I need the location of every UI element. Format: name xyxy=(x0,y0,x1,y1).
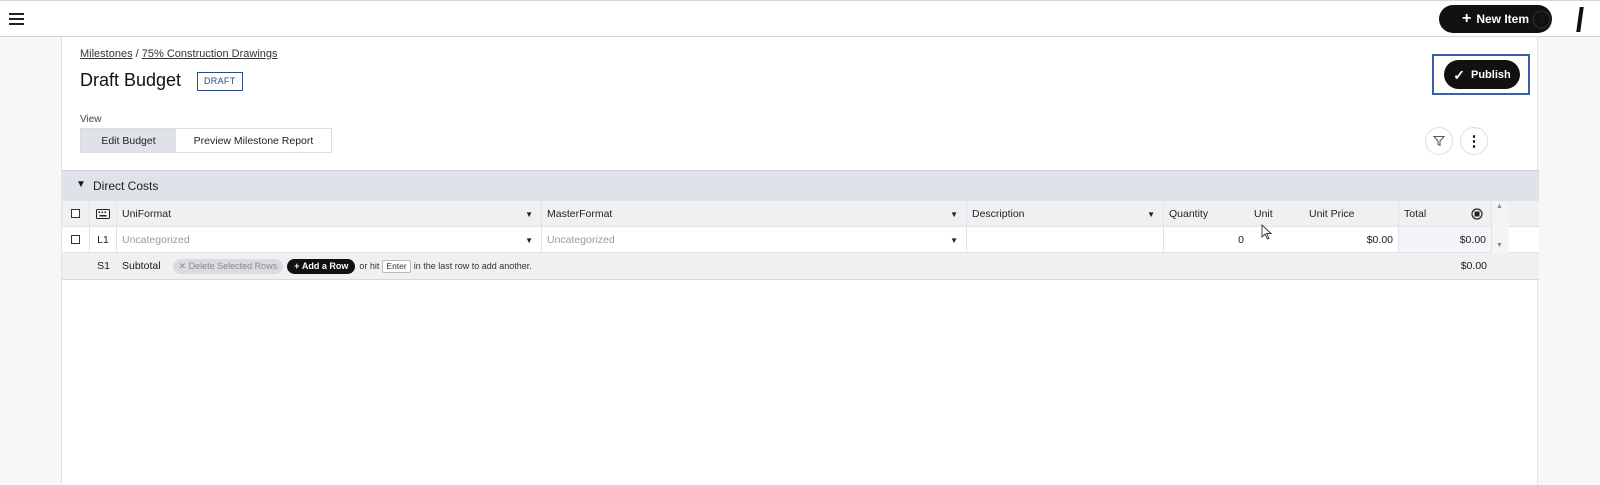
more-options-button[interactable]: ⋮ xyxy=(1460,127,1488,155)
keyboard-cell xyxy=(90,201,117,226)
column-settings-icon[interactable] xyxy=(1471,208,1483,220)
total-header: Total xyxy=(1399,201,1492,226)
table-scrollbar[interactable]: ▲ ▼ xyxy=(1492,201,1509,254)
row-total: $0.00 xyxy=(1399,227,1492,252)
subtotal-actions: Subtotal ✕ Delete Selected Rows + Add a … xyxy=(117,253,1399,279)
select-all-cell xyxy=(62,201,90,226)
main-content: Milestones / 75% Construction Drawings D… xyxy=(61,37,1539,485)
subtotal-label: Subtotal xyxy=(122,260,161,272)
add-row-hint: or hit Enter in the last row to add anot… xyxy=(359,259,532,273)
chevron-down-icon[interactable]: ▼ xyxy=(950,236,958,245)
description-sort-icon[interactable]: ▼ xyxy=(1147,210,1155,219)
publish-focus-ring: ✓ Publish xyxy=(1432,54,1530,95)
unit-price-header: Unit Price xyxy=(1304,201,1399,226)
masterformat-header[interactable]: MasterFormat ▼ xyxy=(542,201,967,226)
table-header-row: UniFormat ▼ MasterFormat ▼ Description ▼ Qu… xyxy=(62,201,1539,227)
delete-selected-rows-button[interactable]: ✕ Delete Selected Rows xyxy=(172,258,284,274)
masterformat-sort-icon[interactable]: ▼ xyxy=(950,210,958,219)
page-title: Draft Budget xyxy=(80,70,182,90)
mouse-cursor-icon xyxy=(1261,224,1273,240)
check-icon: ✓ xyxy=(1453,66,1465,83)
help-icon[interactable]: ? xyxy=(1532,10,1551,29)
select-all-checkbox[interactable] xyxy=(71,209,80,218)
description-input[interactable] xyxy=(967,227,1164,252)
close-icon: ✕ xyxy=(178,260,189,271)
table-row: L1 Uncategorized ▼ Uncategorized ▼ 0 $0.00… xyxy=(62,227,1539,253)
kebab-icon: ⋮ xyxy=(1466,133,1482,150)
plus-icon: + xyxy=(1461,10,1472,27)
view-toggle: Edit Budget Preview Milestone Report xyxy=(80,128,332,153)
breadcrumb-milestones[interactable]: Milestones xyxy=(80,48,133,60)
section-label: Direct Costs xyxy=(93,179,159,193)
filter-icon xyxy=(1433,136,1445,147)
row-checkbox[interactable] xyxy=(71,235,80,244)
masterformat-select[interactable]: Uncategorized ▼ xyxy=(542,227,967,252)
tab-edit-budget[interactable]: Edit Budget xyxy=(81,129,176,152)
add-row-button[interactable]: + Add a Row xyxy=(287,258,356,274)
unit-input[interactable] xyxy=(1249,227,1304,252)
breadcrumb: Milestones / 75% Construction Drawings xyxy=(80,48,278,60)
filter-button[interactable] xyxy=(1425,127,1453,155)
scroll-down-icon[interactable]: ▼ xyxy=(1496,242,1503,249)
chevron-down-icon[interactable]: ▼ xyxy=(525,236,533,245)
unit-price-input[interactable]: $0.00 xyxy=(1304,227,1399,252)
uniformat-select[interactable]: Uncategorized ▼ xyxy=(117,227,542,252)
uniformat-header[interactable]: UniFormat ▼ xyxy=(117,201,542,226)
top-bar: + New Item ? xyxy=(0,0,1600,37)
subtotal-total: $0.00 xyxy=(1460,260,1487,272)
view-label: View xyxy=(80,114,102,125)
status-badge: DRAFT xyxy=(197,72,243,91)
description-header[interactable]: Description ▼ xyxy=(967,201,1164,226)
brand-logo xyxy=(1576,7,1584,32)
scroll-up-icon[interactable]: ▲ xyxy=(1496,203,1503,210)
breadcrumb-current-milestone[interactable]: 75% Construction Drawings xyxy=(142,48,278,60)
section-header-direct-costs[interactable]: ▼ Direct Costs xyxy=(62,170,1539,201)
keyboard-icon[interactable] xyxy=(96,208,110,219)
row-id: L1 xyxy=(90,227,117,252)
quantity-header: Quantity xyxy=(1169,207,1209,220)
enter-key-hint: Enter xyxy=(382,259,411,273)
menu-icon[interactable] xyxy=(8,10,26,28)
row-select-cell xyxy=(62,227,90,252)
subtotal-row: S1 Subtotal ✕ Delete Selected Rows + Add… xyxy=(62,253,1539,280)
uniformat-sort-icon[interactable]: ▼ xyxy=(525,210,533,219)
subtotal-id: S1 xyxy=(97,260,110,272)
budget-table: UniFormat ▼ MasterFormat ▼ Description ▼ Qu… xyxy=(62,201,1539,280)
plus-icon: + xyxy=(294,261,302,271)
unit-header: Unit xyxy=(1254,207,1273,220)
quantity-input[interactable]: 0 xyxy=(1164,227,1249,252)
tab-preview-milestone-report[interactable]: Preview Milestone Report xyxy=(176,129,331,152)
chevron-down-icon[interactable]: ▼ xyxy=(76,179,86,190)
publish-button[interactable]: ✓ Publish xyxy=(1444,60,1520,89)
